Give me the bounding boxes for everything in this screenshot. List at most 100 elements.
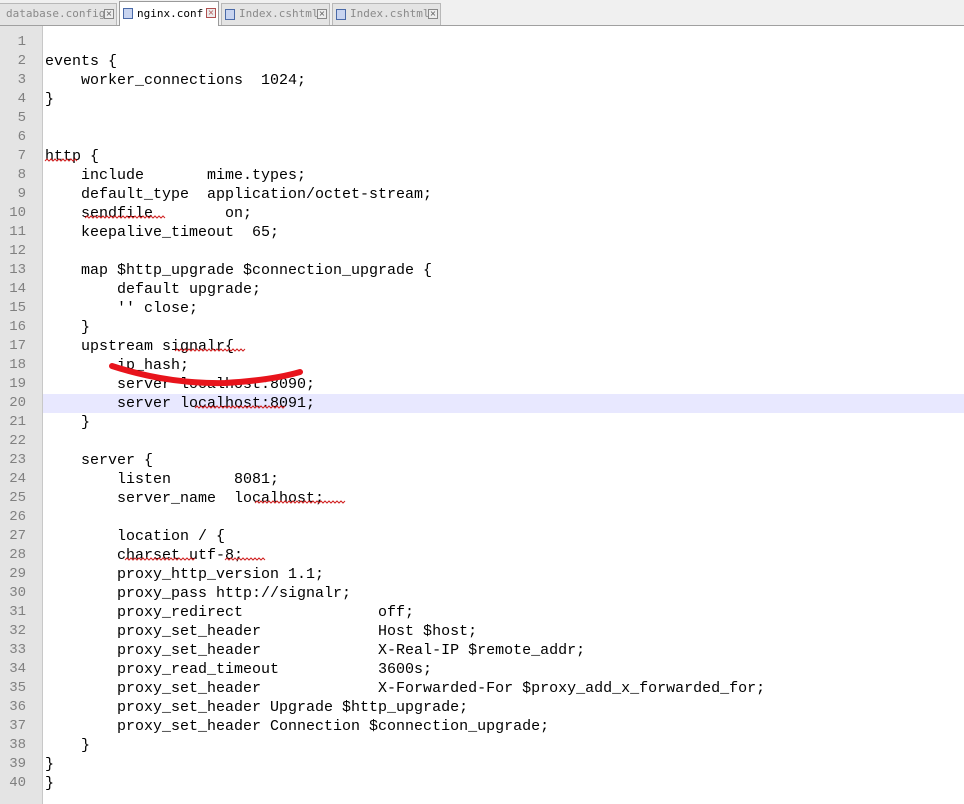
code-line[interactable]: 6 [0, 128, 964, 147]
line-number: 19 [9, 376, 26, 392]
line-number: 12 [9, 243, 26, 259]
code-text: ip_hash; [45, 357, 190, 374]
code-line[interactable]: 30 proxy_pass http://signalr; [0, 584, 964, 603]
code-line[interactable]: 39} [0, 755, 964, 774]
code-line[interactable]: 29 proxy_http_version 1.1; [0, 565, 964, 584]
code-line[interactable]: 32 proxy_set_header Host $host; [0, 622, 964, 641]
code-line[interactable]: 24 listen 8081; [0, 470, 964, 489]
code-line[interactable]: 40} [0, 774, 964, 793]
line-number: 38 [9, 737, 26, 753]
line-number: 27 [9, 528, 26, 544]
code-text: upstream signalr{ [45, 338, 235, 355]
code-line[interactable]: 7 http { [0, 147, 964, 166]
code-line[interactable]: 2 events { [0, 52, 964, 71]
code-text: } [45, 775, 55, 792]
code-line[interactable]: 33 proxy_set_header X-Real-IP $remote_ad… [0, 641, 964, 660]
code-text: server localhost:8091; [45, 395, 316, 412]
line-number: 40 [9, 775, 26, 791]
tab-label: Index.cshtml [350, 7, 430, 20]
code-line[interactable]: 26 [0, 508, 964, 527]
code-text: server localhost:8090; [45, 376, 316, 393]
document-icon [225, 9, 235, 20]
code-line[interactable]: 13 map $http_upgrade $connection_upgrade… [0, 261, 964, 280]
close-icon[interactable]: × [104, 9, 114, 19]
line-number: 23 [9, 452, 26, 468]
line-number: 10 [9, 205, 26, 221]
code-line[interactable]: 37 proxy_set_header Connection $connecti… [0, 717, 964, 736]
code-line[interactable]: 19 server localhost:8090; [0, 375, 964, 394]
line-number: 18 [9, 357, 26, 373]
line-number: 11 [9, 224, 26, 240]
close-icon[interactable]: × [428, 9, 438, 19]
code-editor[interactable]: 1 2 events {3 worker_connections 1024; 4} 5 6… [0, 26, 964, 804]
code-text: } [45, 756, 55, 773]
code-line[interactable]: 25 server_name localhost; [0, 489, 964, 508]
line-number: 22 [9, 433, 26, 449]
code-line[interactable]: 8 include mime.types; [0, 166, 964, 185]
code-text: http { [45, 148, 100, 165]
tab-nginx-conf[interactable]: nginx.conf × [119, 1, 219, 26]
code-line[interactable]: 3 worker_connections 1024; [0, 71, 964, 90]
line-number: 3 [17, 72, 26, 88]
line-number: 9 [17, 186, 26, 202]
code-line[interactable]: 34 proxy_read_timeout 3600s; [0, 660, 964, 679]
code-line[interactable]: 28 charset utf-8; [0, 546, 964, 565]
code-line[interactable]: 35 proxy_set_header X-Forwarded-For $pro… [0, 679, 964, 698]
code-line[interactable]: 12 [0, 242, 964, 261]
line-number: 7 [17, 148, 26, 164]
line-number: 32 [9, 623, 26, 639]
tab-database-config[interactable]: database.config × [0, 3, 117, 25]
code-text: charset utf-8; [45, 547, 244, 564]
line-number: 25 [9, 490, 26, 506]
code-text: include mime.types; [45, 167, 307, 184]
code-text: } [45, 414, 91, 431]
code-line[interactable]: 38 } [0, 736, 964, 755]
code-text: proxy_set_header Host $host; [45, 623, 478, 640]
code-text: proxy_set_header Connection $connection_… [45, 718, 550, 735]
line-number: 37 [9, 718, 26, 734]
code-line[interactable]: 5 [0, 109, 964, 128]
code-text: proxy_redirect off; [45, 604, 415, 621]
line-number: 33 [9, 642, 26, 658]
code-line[interactable]: 17 upstream signalr{ [0, 337, 964, 356]
code-text: proxy_set_header X-Real-IP $remote_addr; [45, 642, 586, 659]
code-line[interactable]: 22 [0, 432, 964, 451]
line-number: 14 [9, 281, 26, 297]
code-text: '' close; [45, 300, 199, 317]
document-icon [123, 8, 133, 19]
code-text: default_type application/octet-stream; [45, 186, 433, 203]
close-icon[interactable]: × [317, 9, 327, 19]
code-line[interactable]: 27 location / { [0, 527, 964, 546]
line-number: 28 [9, 547, 26, 563]
document-icon [336, 9, 346, 20]
code-line[interactable]: 11 keepalive_timeout 65; [0, 223, 964, 242]
line-number: 35 [9, 680, 26, 696]
code-line[interactable]: 1 [0, 33, 964, 52]
close-icon[interactable]: × [206, 8, 216, 18]
code-line[interactable]: 14 default upgrade; [0, 280, 964, 299]
line-number: 6 [17, 129, 26, 145]
code-line[interactable]: 31 proxy_redirect off; [0, 603, 964, 622]
code-line[interactable]: 16 } [0, 318, 964, 337]
code-line[interactable]: 20 server localhost:8091; [0, 394, 964, 413]
line-number: 30 [9, 585, 26, 601]
code-text: proxy_set_header Upgrade $http_upgrade; [45, 699, 469, 716]
line-number: 4 [17, 91, 26, 107]
code-text: server_name localhost; [45, 490, 325, 507]
code-text: worker_connections 1024; [45, 72, 307, 89]
code-text: keepalive_timeout 65; [45, 224, 280, 241]
code-text: server { [45, 452, 154, 469]
code-line[interactable]: 9 default_type application/octet-stream; [0, 185, 964, 204]
code-text: default upgrade; [45, 281, 262, 298]
code-line[interactable]: 21 } [0, 413, 964, 432]
code-line[interactable]: 18 ip_hash; [0, 356, 964, 375]
tab-index-cshtml-2[interactable]: Index.cshtml × [332, 3, 441, 25]
line-number: 31 [9, 604, 26, 620]
code-line[interactable]: 10 sendfile on; [0, 204, 964, 223]
tab-bar: database.config × nginx.conf × Index.csh… [0, 0, 964, 26]
tab-index-cshtml-1[interactable]: Index.cshtml × [221, 3, 330, 25]
code-line[interactable]: 15 '' close; [0, 299, 964, 318]
code-line[interactable]: 4} [0, 90, 964, 109]
code-line[interactable]: 23 server { [0, 451, 964, 470]
code-line[interactable]: 36 proxy_set_header Upgrade $http_upgrad… [0, 698, 964, 717]
